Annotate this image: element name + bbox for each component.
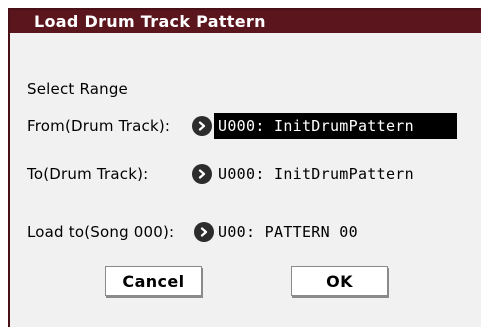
select-range-label: Select Range xyxy=(27,80,128,98)
load-drum-track-pattern-dialog: Load Drum Track Pattern Select Range Fro… xyxy=(8,8,481,327)
chevron-right-icon xyxy=(198,121,206,131)
from-popup-button[interactable] xyxy=(192,116,212,136)
chevron-right-icon xyxy=(200,227,208,237)
cancel-button[interactable]: Cancel xyxy=(105,266,202,296)
dialog-title: Load Drum Track Pattern xyxy=(34,12,266,31)
from-drum-track-value: U000: InitDrumPattern xyxy=(218,117,414,135)
load-to-song-field[interactable]: U00: PATTERN 00 xyxy=(214,219,414,245)
to-drum-track-field[interactable]: U000: InitDrumPattern xyxy=(214,161,457,187)
load-to-popup-button[interactable] xyxy=(194,222,214,242)
to-drum-track-value: U000: InitDrumPattern xyxy=(218,165,414,183)
from-drum-track-label: From(Drum Track): xyxy=(27,117,171,135)
from-drum-track-field[interactable]: U000: InitDrumPattern xyxy=(214,113,457,139)
ok-button[interactable]: OK xyxy=(291,266,388,296)
chevron-right-icon xyxy=(198,169,206,179)
load-to-song-label: Load to(Song 000): xyxy=(27,223,175,241)
to-popup-button[interactable] xyxy=(192,164,212,184)
load-to-song-value: U00: PATTERN 00 xyxy=(218,223,358,241)
dialog-titlebar: Load Drum Track Pattern xyxy=(10,10,481,33)
to-drum-track-label: To(Drum Track): xyxy=(27,165,149,183)
